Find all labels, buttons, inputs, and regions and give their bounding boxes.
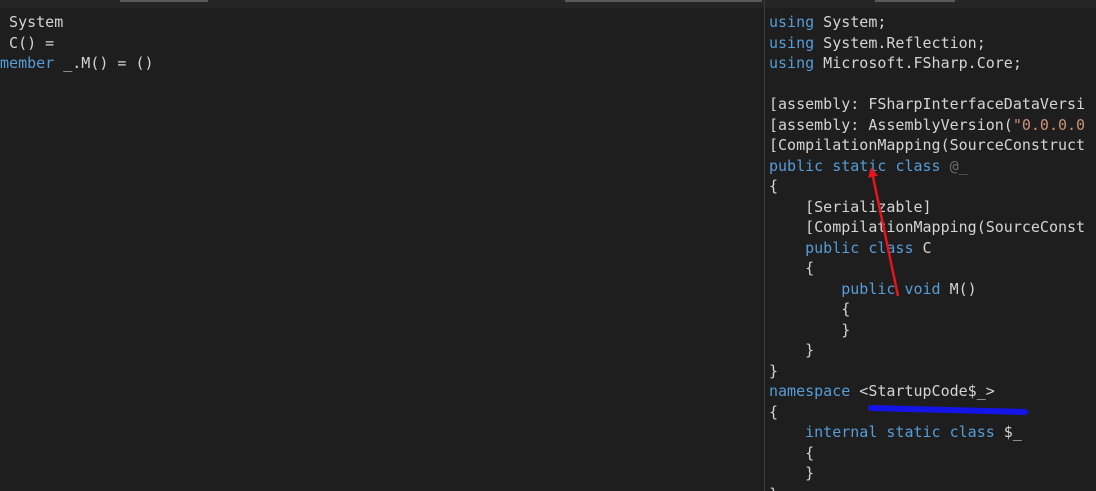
code-token: {	[769, 443, 815, 462]
code-token: }	[769, 320, 851, 339]
code-token: {	[769, 177, 779, 195]
source-code: n Systeme C() = member _.M() = ()	[0, 12, 154, 74]
code-line: {	[769, 402, 1085, 423]
code-line: [assembly: FSharpInterfaceDataVersi	[769, 94, 1085, 115]
code-line: internal static class $_	[769, 422, 1085, 443]
code-line: using Microsoft.FSharp.Core;	[769, 53, 1085, 74]
fsharp-source-editor[interactable]: n Systeme C() = member _.M() = ()	[0, 8, 764, 491]
code-line: }	[769, 484, 1085, 491]
tab-indicator[interactable]	[565, 0, 762, 2]
code-token: $_	[994, 423, 1022, 441]
code-token: <StartupCode$_>	[850, 382, 995, 400]
code-line: }	[769, 340, 1085, 361]
keyword-token: void	[904, 279, 941, 298]
code-line: member _.M() = ()	[0, 53, 154, 74]
code-line: }	[769, 361, 1085, 382]
code-token: [assembly: AssemblyVersion(	[769, 115, 1013, 134]
decompiled-csharp-editor[interactable]: using System; using System.Reflection; usi…	[765, 8, 1096, 491]
code-line: e C() =	[0, 33, 154, 54]
code-token: Microsoft.FSharp.Core;	[814, 54, 1022, 72]
code-line: [CompilationMapping(SourceConst	[769, 217, 1085, 238]
code-line: using System.Reflection;	[769, 33, 1085, 54]
code-line: public void M()	[769, 279, 1085, 300]
code-line: {	[769, 443, 1085, 464]
keyword-token: public	[841, 279, 896, 298]
code-line: {	[769, 299, 1085, 320]
code-token: [CompilationMapping(SourceConst	[769, 218, 1086, 236]
code-token: _.M() = ()	[54, 54, 154, 72]
code-token: [assembly: FSharpInterfaceDataVersi	[769, 95, 1086, 113]
keyword-token: class	[895, 156, 941, 175]
code-line: public class C	[769, 238, 1085, 259]
keyword-token: public	[769, 156, 824, 175]
keyword-token: internal	[805, 423, 878, 441]
code-line: public static class @_	[769, 156, 1085, 177]
code-token: System	[0, 13, 64, 31]
keyword-token: member	[0, 54, 55, 72]
code-line: namespace <StartupCode$_>	[769, 381, 1085, 402]
code-line: [assembly: AssemblyVersion("0.0.0.0	[769, 115, 1085, 136]
code-token: {	[769, 402, 779, 421]
code-line: [Serializable]	[769, 197, 1085, 218]
keyword-token: static	[886, 423, 941, 441]
code-token: [Serializable]	[769, 197, 932, 216]
code-line: n System	[0, 12, 154, 33]
code-token: }	[769, 361, 779, 380]
code-token: }	[769, 485, 778, 491]
string-token: "0.0.0.0	[1012, 115, 1086, 134]
code-token: M()	[940, 279, 977, 298]
code-token: }	[769, 464, 815, 482]
keyword-token: static	[832, 156, 887, 175]
code-token: {	[769, 259, 815, 277]
code-token: C	[913, 238, 932, 257]
keyword-token: class	[868, 238, 914, 257]
code-token: System.Reflection;	[814, 33, 986, 52]
code-line: }	[769, 320, 1085, 341]
code-token: C() =	[0, 33, 55, 52]
code-token: System;	[814, 13, 887, 31]
code-line: }	[769, 463, 1085, 484]
code-token: @_	[940, 156, 968, 175]
code-line: {	[769, 258, 1085, 279]
code-line: [CompilationMapping(SourceConstruct	[769, 135, 1085, 156]
tab-indicator[interactable]	[120, 0, 208, 2]
code-line: {	[769, 176, 1085, 197]
keyword-token: namespace	[769, 382, 851, 400]
decompiled-code: using System; using System.Reflection; usi…	[769, 12, 1085, 491]
code-token: [CompilationMapping(SourceConstruct	[769, 136, 1086, 154]
keyword-token: public	[805, 238, 860, 257]
code-token: {	[769, 300, 851, 318]
keyword-token: class	[949, 423, 995, 441]
keyword-token: using	[769, 33, 815, 52]
keyword-token: using	[769, 13, 815, 31]
code-line: using System;	[769, 12, 1085, 33]
keyword-token: using	[769, 54, 815, 72]
code-token: }	[769, 341, 815, 359]
tab-indicator[interactable]	[875, 0, 955, 2]
